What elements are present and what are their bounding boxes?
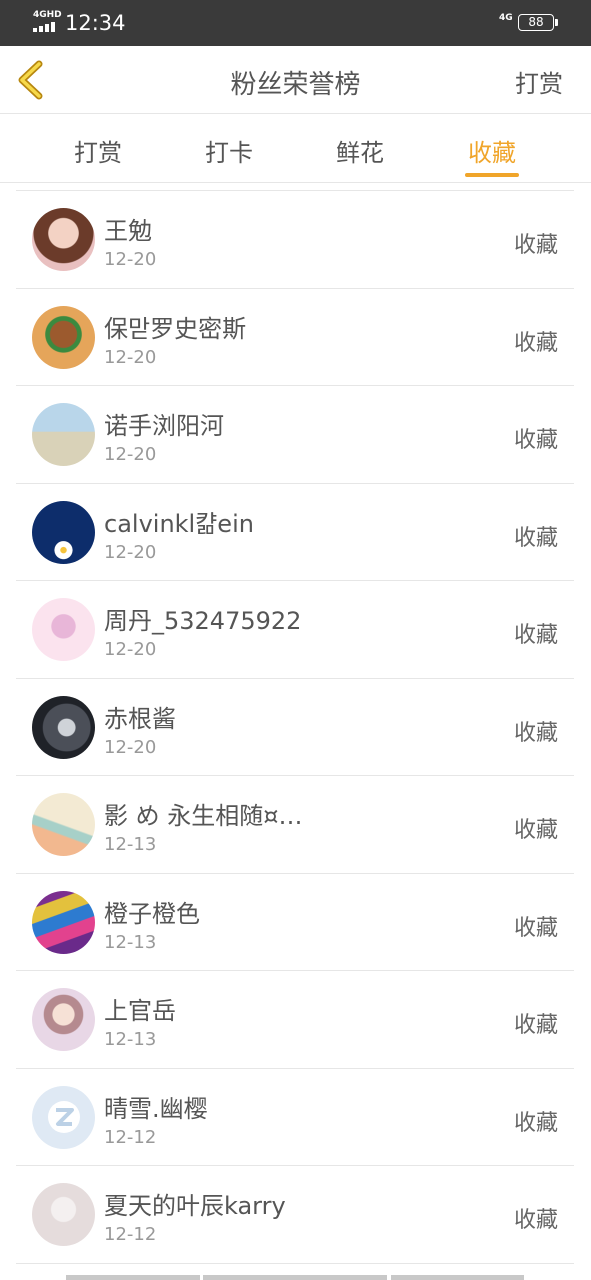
avatar: [32, 403, 95, 466]
list-item[interactable]: 赤根酱 12-20 收藏: [16, 679, 574, 776]
avatar: [32, 695, 95, 759]
default-avatar-icon: [47, 1101, 80, 1133]
avatar: [32, 793, 95, 856]
fan-name: 晴雪.幽樱: [104, 1094, 208, 1123]
fan-name: 赤根酱: [104, 704, 176, 733]
fan-date: 12-13: [104, 931, 157, 953]
scroll-indicator: [66, 1275, 524, 1280]
favorite-label: 收藏: [513, 525, 558, 551]
favorite-label: 收藏: [513, 330, 558, 356]
fan-date: 12-12: [104, 1224, 157, 1245]
list-item[interactable]: 王勉 12-20 收藏: [16, 191, 574, 289]
list-item[interactable]: 诺手浏阳河 12-20 收藏: [16, 386, 574, 484]
fan-name: 影 め 永生相随¤…: [104, 802, 303, 830]
list-item[interactable]: calvinkl캶ein 12-20 收藏: [16, 484, 574, 581]
active-tab-indicator: [465, 173, 519, 177]
favorite-label: 收藏: [513, 915, 558, 941]
favorite-label: 收藏: [513, 1208, 558, 1233]
fan-date: 12-20: [104, 444, 157, 465]
fan-date: 12-20: [104, 541, 157, 563]
fan-date: 12-13: [104, 834, 157, 855]
favorite-label: 收藏: [513, 1110, 558, 1136]
fan-date: 12-20: [104, 736, 157, 758]
list-item[interactable]: 夏天的叶辰karry 12-12 收藏: [16, 1166, 574, 1264]
fan-name: 保맏罗史密斯: [104, 314, 247, 343]
list-item[interactable]: 晴雪.幽樱 12-12 收藏: [16, 1069, 574, 1166]
fan-date: 12-20: [104, 249, 157, 270]
list-item[interactable]: 上官岳 12-13 收藏: [16, 971, 574, 1069]
list-item[interactable]: 影 め 永生相随¤… 12-13 收藏: [16, 776, 574, 874]
avatar: [32, 1183, 95, 1246]
list-item[interactable]: 保맏罗史密斯 12-20 收藏: [16, 289, 574, 386]
favorite-label: 收藏: [513, 818, 558, 843]
status-bar: 4GHD 12:34 4G 88: [0, 0, 591, 46]
fan-date: 12-13: [104, 1029, 157, 1050]
avatar: [32, 1085, 95, 1149]
list-item[interactable]: 周丹_532475922 12-20 收藏: [16, 581, 574, 679]
avatar: [32, 890, 95, 954]
avatar: [32, 988, 95, 1051]
tab-favorites[interactable]: 收藏: [452, 133, 532, 168]
avatar: [32, 598, 95, 661]
fan-list: 王勉 12-20 收藏 保맏罗史密斯 12-20 收藏 诺手浏阳河 12-20 …: [16, 190, 574, 1264]
fan-date: 12-20: [104, 346, 157, 368]
favorite-label: 收藏: [513, 623, 558, 648]
fan-name: 上官岳: [104, 997, 176, 1025]
fan-name: 橙子橙色: [104, 899, 200, 928]
fan-name: 夏天的叶辰karry: [104, 1192, 286, 1220]
avatar: [32, 500, 95, 564]
favorite-label: 收藏: [513, 720, 558, 746]
signal-icon: [33, 20, 59, 32]
favorite-label: 收藏: [513, 1013, 558, 1038]
reward-button[interactable]: 打赏: [515, 64, 563, 99]
avatar: [32, 305, 95, 369]
tab-checkin[interactable]: 打卡: [189, 133, 269, 168]
favorite-label: 收藏: [513, 233, 558, 258]
fan-name: 诺手浏阳河: [104, 412, 224, 440]
battery-tip: [555, 19, 558, 26]
fan-date: 12-20: [104, 639, 157, 660]
fan-date: 12-12: [104, 1126, 157, 1148]
avatar: [32, 208, 95, 271]
tab-reward[interactable]: 打赏: [58, 133, 138, 168]
page-title: 粉丝荣誉榜: [230, 70, 361, 100]
fan-name: 周丹_532475922: [104, 607, 302, 635]
tab-flowers[interactable]: 鲜花: [320, 133, 400, 168]
favorite-label: 收藏: [513, 428, 558, 453]
network-type: 4GHD: [33, 10, 62, 20]
clock: 12:34: [65, 11, 126, 35]
fan-name: 王勉: [104, 217, 152, 245]
list-item[interactable]: 橙子橙色 12-13 收藏: [16, 874, 574, 971]
nav-bar: 粉丝荣誉榜 打赏: [0, 46, 591, 114]
battery-icon: 88: [518, 14, 554, 31]
tab-bar: 打赏 打卡 鲜花 收藏: [0, 115, 591, 183]
fan-name: calvinkl캶ein: [104, 509, 254, 538]
network-type-right: 4G: [499, 13, 513, 23]
